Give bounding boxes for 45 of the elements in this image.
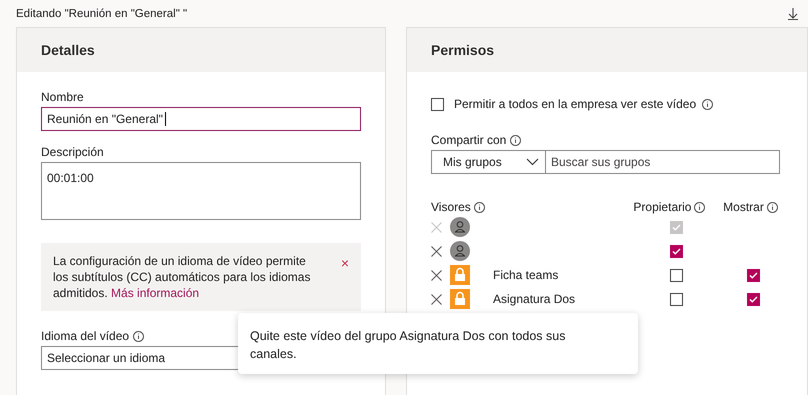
notice-text: La configuración de un idioma de vídeo permite los subtítulos (CC) automáticos para los idiomas admitidos. Más información (53, 253, 312, 301)
info-icon[interactable] (766, 202, 778, 212)
name-field[interactable]: Reunión en "General" (41, 107, 361, 131)
column-header: Visores (431, 200, 471, 214)
lock-icon (450, 289, 470, 309)
check-icon (672, 248, 682, 254)
info-icon[interactable] (694, 202, 706, 212)
info-icon[interactable] (474, 202, 485, 212)
field-label: Descripción (41, 145, 105, 159)
column-header: Propietario (633, 200, 692, 214)
info-icon[interactable] (510, 134, 522, 146)
remove-icon[interactable] (431, 246, 442, 256)
owner-checkbox[interactable] (670, 268, 684, 282)
avatar-icon (450, 217, 470, 237)
download-icon[interactable] (788, 8, 798, 20)
remove-icon[interactable] (431, 270, 442, 280)
chevron-down-icon (526, 158, 539, 166)
avatar-icon (450, 241, 470, 261)
card-title: Detalles (41, 42, 95, 58)
page-title: Editando "Reunión en "General" " (16, 8, 188, 20)
check-icon (672, 224, 682, 230)
check-icon (748, 296, 758, 302)
checkbox-label: Permitir a todos en la empresa ver este vídeo (454, 97, 696, 111)
description-field[interactable]: 00:01:00 (41, 162, 361, 220)
close-button[interactable]: × (340, 255, 349, 271)
field-label: Nombre (41, 90, 85, 104)
group-name: Ficha teams (493, 268, 558, 282)
remove-icon[interactable] (431, 294, 442, 304)
lock-icon (450, 265, 470, 285)
info-icon[interactable] (133, 330, 144, 342)
info-icon[interactable] (702, 98, 714, 110)
check-icon (748, 272, 758, 278)
group-scope-dropdown[interactable]: Mis grupos (431, 150, 546, 174)
column-header: Mostrar (723, 200, 764, 214)
owner-checkbox[interactable] (670, 292, 684, 306)
group-name: Asignatura Dos (493, 292, 576, 306)
card-title: Permisos (431, 42, 494, 58)
show-checkbox[interactable] (746, 292, 760, 306)
show-checkbox[interactable] (746, 268, 760, 282)
more-info-link[interactable]: Más información (111, 286, 200, 300)
field-label: Idioma del vídeo (41, 329, 130, 343)
field-label: Compartir con (431, 133, 506, 147)
group-search-field[interactable]: Buscar sus grupos (546, 150, 780, 174)
owner-checkbox[interactable] (670, 244, 684, 258)
checkbox[interactable] (431, 98, 444, 110)
